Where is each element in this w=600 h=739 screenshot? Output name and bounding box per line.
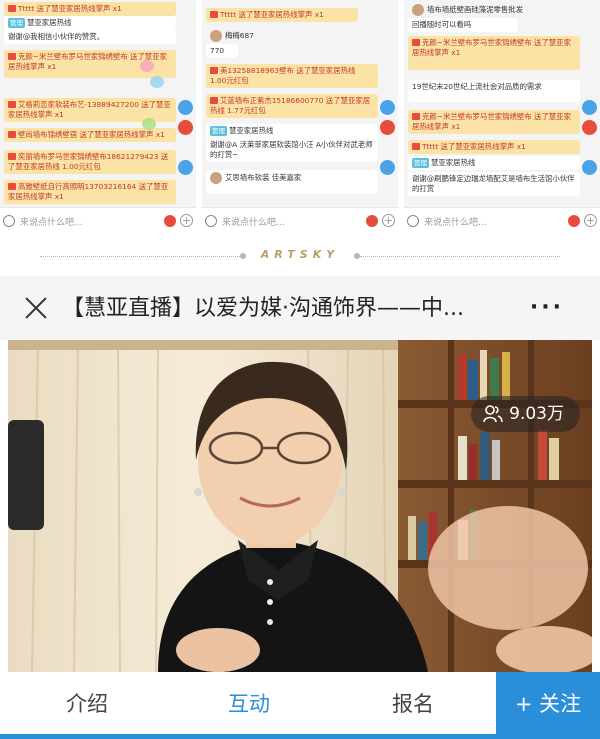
chat-input[interactable]: 来说点什么吧...: [424, 215, 487, 228]
chat-message: Ttttt 送了慧亚家居热线掌声 x1: [206, 8, 358, 22]
chat-message: 谢谢@A 沃莱菲家居软装馆小汪 A小伙伴对武老师的打赏~: [206, 138, 378, 162]
follow-button[interactable]: + 关注: [496, 672, 600, 736]
live-video[interactable]: 9.03万: [8, 340, 592, 672]
chat-input-bar: 来说点什么吧... +: [202, 207, 398, 236]
bottom-tab-bar: 介绍 互动 报名 + 关注: [0, 672, 600, 739]
chat-panel-2: Ttttt 送了慧亚家居热线掌声 x1 梅梅687 770 美132588189…: [202, 0, 398, 236]
chat-message: 墙布墙纸壁画硅藻泥零售批发: [408, 2, 580, 18]
chat-panel-3: 墙布墙纸壁画硅藻泥零售批发 回播随时可以看吗 克颜~米兰壁布罗马世家锦绣壁布 送…: [404, 0, 600, 236]
share-icon[interactable]: [178, 100, 193, 115]
gift-icon: [8, 101, 16, 108]
chat-screenshot-collage: Ttttt 送了慧亚家居热线掌声 x1 管理 慧亚家居热线 谢谢@我相信小伙伴的赞…: [0, 0, 600, 236]
emoji-icon[interactable]: [3, 215, 15, 227]
chat-message: 壁尚墙布锦绣壁宿 送了慧亚家居热线掌声 x1: [4, 128, 176, 142]
gift-icon[interactable]: [366, 215, 378, 227]
heart-icon: [150, 76, 164, 88]
gift-icon: [8, 183, 16, 190]
tab-signup[interactable]: 报名: [392, 688, 434, 718]
chat-message: 回播随时可以看吗: [408, 18, 518, 32]
video-frame: [8, 340, 592, 672]
chat-input[interactable]: 来说点什么吧...: [222, 215, 285, 228]
gift-icon: [210, 67, 218, 74]
like-icon[interactable]: [380, 160, 395, 175]
gift-icon: [210, 11, 218, 18]
tab-interact[interactable]: 互动: [228, 688, 270, 718]
share-icon[interactable]: [582, 100, 597, 115]
chat-feed: Ttttt 送了慧亚家居热线掌声 x1 管理 慧亚家居热线 谢谢@我相信小伙伴的赞…: [0, 0, 196, 206]
chat-message: 高雅壁纸自行高照明13703216164 送了慧亚家居热线掌声 x1: [4, 180, 176, 204]
chat-feed: Ttttt 送了慧亚家居热线掌声 x1 梅梅687 770 美132588189…: [202, 0, 398, 206]
more-icon[interactable]: ···: [530, 297, 564, 319]
tab-intro[interactable]: 介绍: [66, 688, 108, 718]
heart-icon: [140, 60, 154, 72]
admin-tag: 管理: [8, 18, 25, 28]
page-title: 【慧亚直播】以爱为媒·沟通饰界——中...: [62, 296, 464, 321]
avatar: [412, 4, 424, 16]
chat-feed: 墙布墙纸壁画硅藻泥零售批发 回播随时可以看吗 克颜~米兰壁布罗马世家锦绣壁布 送…: [404, 0, 600, 206]
chat-panel-1: Ttttt 送了慧亚家居热线掌声 x1 管理 慧亚家居热线 谢谢@我相信小伙伴的赞…: [0, 0, 196, 236]
viewer-count-badge: 9.03万: [471, 396, 580, 432]
gift-icon[interactable]: [164, 215, 176, 227]
brand-watermark: ARTSKY: [260, 248, 340, 261]
close-icon[interactable]: [22, 294, 50, 322]
chat-message: 梅梅687: [206, 28, 378, 44]
share-icon[interactable]: [380, 100, 395, 115]
chat-message: 管理 慧亚家居热线: [206, 124, 378, 138]
gift-icon: [8, 53, 16, 60]
gift-icon: [8, 153, 16, 160]
chat-message: 克颜~米兰壁布罗马世家锦绣壁布 送了慧亚家居热线掌声 x1: [408, 110, 580, 134]
admin-tag: 管理: [412, 158, 429, 168]
chat-input-bar: 来说点什么吧... +: [404, 207, 600, 236]
chat-message: 美13258818963壁布 送了慧亚家居热线 1.00元红包: [206, 64, 378, 88]
heart-icon: [142, 118, 156, 130]
chat-message: 奕丽墙布罗马世家锦绣壁布18621279423 送了慧亚家居热线 1.00元红包: [4, 150, 176, 174]
live-header: 【慧亚直播】以爱为媒·沟通饰界——中... ···: [0, 276, 600, 340]
gift-icon[interactable]: [380, 120, 395, 135]
gift-icon[interactable]: [568, 215, 580, 227]
gift-icon: [210, 97, 218, 104]
admin-tag: 管理: [210, 126, 227, 136]
chat-message: 艾思墙布软装 佳美嘉家: [206, 170, 378, 194]
chat-message: Ttttt 送了慧亚家居热线掌声 x1: [408, 140, 580, 154]
viewer-count: 9.03万: [509, 404, 564, 424]
chat-message: Ttttt 送了慧亚家居热线掌声 x1: [4, 2, 176, 16]
gift-icon[interactable]: [582, 120, 597, 135]
gift-icon[interactable]: [178, 120, 193, 135]
avatar: [210, 30, 222, 42]
gift-icon: [412, 39, 420, 46]
like-icon[interactable]: [178, 160, 193, 175]
chat-message: 谢谢@刷鹏锋定边瑞龙墙配艾是墙布生活馆小伙伴的打赏: [408, 172, 580, 196]
plus-icon[interactable]: +: [180, 214, 193, 227]
avatar: [210, 172, 222, 184]
chat-message: 管理 慧亚家居热线: [408, 156, 580, 170]
divider-line: [360, 256, 560, 257]
plus-icon[interactable]: +: [584, 214, 597, 227]
chat-message: 19世纪末20世纪上流社会对品质的需求: [408, 80, 580, 102]
chat-message: 克颜~米兰壁布罗马世家锦绣壁布 送了慧亚家居热线掌声 x1: [408, 36, 580, 70]
chat-input[interactable]: 来说点什么吧...: [20, 215, 83, 228]
users-icon: [483, 405, 503, 423]
chat-message: 艾蓝墙布正紫杰15186600770 送了慧亚家居热线 1.77元红包: [206, 94, 378, 118]
chat-message: 770: [206, 44, 238, 58]
like-icon[interactable]: [582, 160, 597, 175]
gift-icon: [8, 5, 16, 12]
gift-icon: [412, 143, 420, 150]
plus-icon[interactable]: +: [382, 214, 395, 227]
brand-divider: ARTSKY: [0, 246, 600, 266]
chat-input-bar: 来说点什么吧... +: [0, 207, 196, 236]
gift-icon: [8, 131, 16, 138]
active-tab-strip: [0, 734, 600, 739]
emoji-icon[interactable]: [407, 215, 419, 227]
chat-message: 谢谢@我相信小伙伴的赞赏。: [4, 30, 176, 44]
emoji-icon[interactable]: [205, 215, 217, 227]
chat-message: 管理 慧亚家居热线: [4, 16, 176, 30]
gift-icon: [412, 113, 420, 120]
